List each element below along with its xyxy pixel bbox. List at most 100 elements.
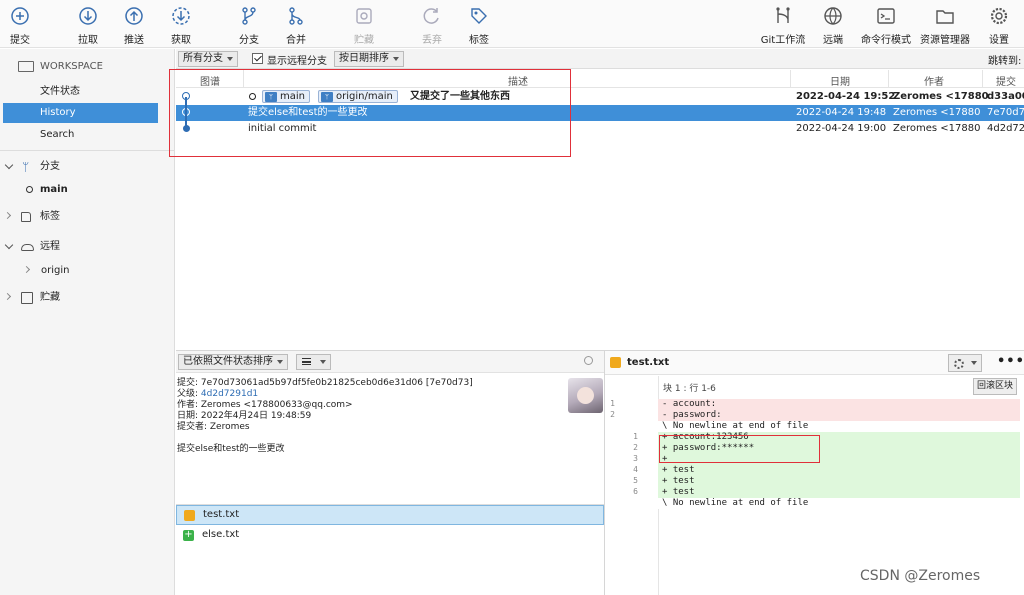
hunk-header: 块 1 : 行 1-6 bbox=[663, 384, 716, 394]
view-mode-dropdown[interactable] bbox=[296, 354, 331, 370]
diff-header: test.txt ••• bbox=[605, 351, 1024, 375]
details-toolbar: 已依照文件状态排序 bbox=[176, 351, 604, 373]
tag-icon bbox=[21, 212, 31, 222]
pull-button[interactable]: 拉取 bbox=[63, 3, 113, 46]
settings-button[interactable]: 设置 bbox=[974, 3, 1024, 46]
fetch-button[interactable]: 获取 bbox=[156, 3, 206, 46]
merge-label: 合并 bbox=[286, 35, 306, 46]
diff-line-removed[interactable]: - account: bbox=[658, 399, 1020, 410]
diff-line-added[interactable]: + test bbox=[658, 487, 1020, 498]
git-flow-button[interactable]: Git工作流 bbox=[758, 3, 808, 46]
branch-label: 分支 bbox=[239, 35, 259, 46]
terminal-label: 命令行模式 bbox=[861, 35, 911, 46]
sidebar-item-history[interactable]: History bbox=[3, 103, 158, 123]
search-icon[interactable] bbox=[584, 356, 593, 365]
diff-line-context[interactable]: \ No newline at end of file bbox=[658, 421, 1020, 432]
terminal-button[interactable]: 命令行模式 bbox=[861, 3, 911, 46]
chevron-down-icon bbox=[4, 240, 14, 250]
sidebar-item-search[interactable]: Search bbox=[0, 125, 158, 145]
commit-button[interactable]: 提交 bbox=[0, 3, 45, 46]
all-branches-dropdown[interactable]: 所有分支 bbox=[178, 51, 238, 67]
parent-hash-link[interactable]: 4d2d7291d1 bbox=[201, 389, 258, 399]
file-row[interactable]: + else.txt bbox=[176, 526, 604, 546]
commit-label: 提交 bbox=[10, 35, 30, 46]
sidebar-section-tags[interactable]: 标签 bbox=[3, 207, 164, 227]
diff-line-context[interactable]: \ No newline at end of file bbox=[658, 498, 1020, 509]
diff-line-added[interactable]: + test bbox=[658, 465, 1020, 476]
commit-author: Zeromes <17880 bbox=[893, 107, 981, 118]
branch-button[interactable]: 分支 bbox=[224, 3, 274, 46]
sidebar-section-branches[interactable]: ᛘ 分支 bbox=[4, 157, 164, 177]
col-divider bbox=[888, 70, 889, 88]
commit-details: 提交: 7e70d73061ad5b97df5fe0b21825ceb0d6e3… bbox=[177, 378, 567, 455]
branches-label: 分支 bbox=[40, 161, 60, 172]
globe-icon bbox=[824, 7, 842, 25]
sidebar-item-remote-origin[interactable]: origin bbox=[22, 261, 182, 281]
new-line-number: 2 bbox=[633, 443, 638, 452]
fetch-label: 获取 bbox=[171, 35, 191, 46]
tag-button[interactable]: 标签 bbox=[454, 3, 504, 46]
chevron-right-icon bbox=[3, 292, 12, 301]
fetch-icon bbox=[172, 7, 190, 25]
sidebar-item-file-status[interactable]: 文件状态 bbox=[0, 82, 158, 102]
branch-main-label: main bbox=[40, 184, 68, 195]
more-options-icon[interactable]: ••• bbox=[997, 355, 1024, 368]
workspace-header: WORKSPACE bbox=[18, 57, 178, 77]
col-author[interactable]: 作者 bbox=[924, 73, 944, 88]
push-button[interactable]: 推送 bbox=[109, 3, 159, 46]
gear-icon bbox=[990, 7, 1008, 25]
sidebar-section-remotes[interactable]: 远程 bbox=[4, 237, 164, 257]
parent-line: 父级: 4d2d7291d1 bbox=[177, 389, 567, 400]
sidebar: WORKSPACE 文件状态 History Search ᛘ 分支 main … bbox=[0, 49, 175, 595]
diff-line-text: \ No newline at end of file bbox=[662, 498, 809, 508]
arrow-up-circle-icon bbox=[125, 7, 143, 25]
commit-author: Zeromes <17880 bbox=[893, 91, 989, 102]
history-filter-bar: 所有分支 显示远程分支 按日期排序 跳转到: bbox=[176, 49, 1024, 69]
modified-icon bbox=[184, 510, 195, 521]
diff-line-removed[interactable]: - password: bbox=[658, 410, 1020, 421]
chevron-down-icon bbox=[4, 160, 14, 170]
tag-label: 标签 bbox=[469, 35, 489, 46]
new-line-number: 6 bbox=[633, 487, 638, 496]
remotes-label: 远程 bbox=[40, 241, 60, 252]
watermark: CSDN @Zeromes bbox=[860, 568, 981, 584]
stash-button[interactable]: 贮藏 bbox=[339, 3, 389, 46]
chevron-right-icon bbox=[3, 211, 12, 220]
stash-icon bbox=[21, 292, 33, 304]
show-remote-checkbox[interactable] bbox=[252, 53, 263, 64]
diff-line-text: + test bbox=[662, 476, 695, 486]
remote-button[interactable]: 远端 bbox=[808, 3, 858, 46]
diff-file-name: test.txt bbox=[627, 357, 670, 368]
sort-by-date-dropdown[interactable]: 按日期排序 bbox=[334, 51, 404, 67]
commit-hash-line: 提交: 7e70d73061ad5b97df5fe0b21825ceb0d6e3… bbox=[177, 378, 473, 388]
merge-button[interactable]: 合并 bbox=[271, 3, 321, 46]
new-line-number: 5 bbox=[633, 476, 638, 485]
explorer-label: 资源管理器 bbox=[920, 35, 970, 46]
old-line-number: 1 bbox=[610, 399, 615, 408]
pull-label: 拉取 bbox=[78, 35, 98, 46]
new-line-number: 3 bbox=[633, 454, 638, 463]
chevron-down-icon bbox=[971, 361, 977, 365]
terminal-icon bbox=[877, 8, 895, 24]
sidebar-section-stashes[interactable]: 贮藏 bbox=[3, 288, 164, 308]
revert-hunk-button[interactable]: 回滚区块 bbox=[973, 378, 1018, 395]
file-row-selected[interactable]: test.txt bbox=[176, 505, 604, 525]
added-icon: + bbox=[183, 529, 194, 541]
stash-label: 贮藏 bbox=[354, 35, 374, 46]
commit-date: 2022-04-24 19:52 bbox=[796, 91, 896, 102]
explorer-button[interactable]: 资源管理器 bbox=[920, 3, 970, 46]
stash-icon bbox=[356, 8, 372, 24]
discard-button[interactable]: 丢弃 bbox=[407, 3, 457, 46]
remote-origin-label: origin bbox=[41, 265, 70, 276]
old-line-number: 2 bbox=[610, 410, 615, 419]
folder-icon bbox=[936, 10, 954, 24]
diff-line-text: - password: bbox=[662, 410, 722, 420]
file-sort-dropdown[interactable]: 已依照文件状态排序 bbox=[178, 354, 288, 370]
col-date[interactable]: 日期 bbox=[830, 73, 850, 88]
discard-label: 丢弃 bbox=[422, 35, 442, 46]
diff-options-button[interactable] bbox=[948, 354, 982, 372]
sidebar-item-branch-main[interactable]: main bbox=[24, 180, 182, 200]
diff-line-text: \ No newline at end of file bbox=[662, 421, 809, 431]
col-commit[interactable]: 提交 bbox=[996, 73, 1016, 88]
diff-line-added[interactable]: + test bbox=[658, 476, 1020, 487]
